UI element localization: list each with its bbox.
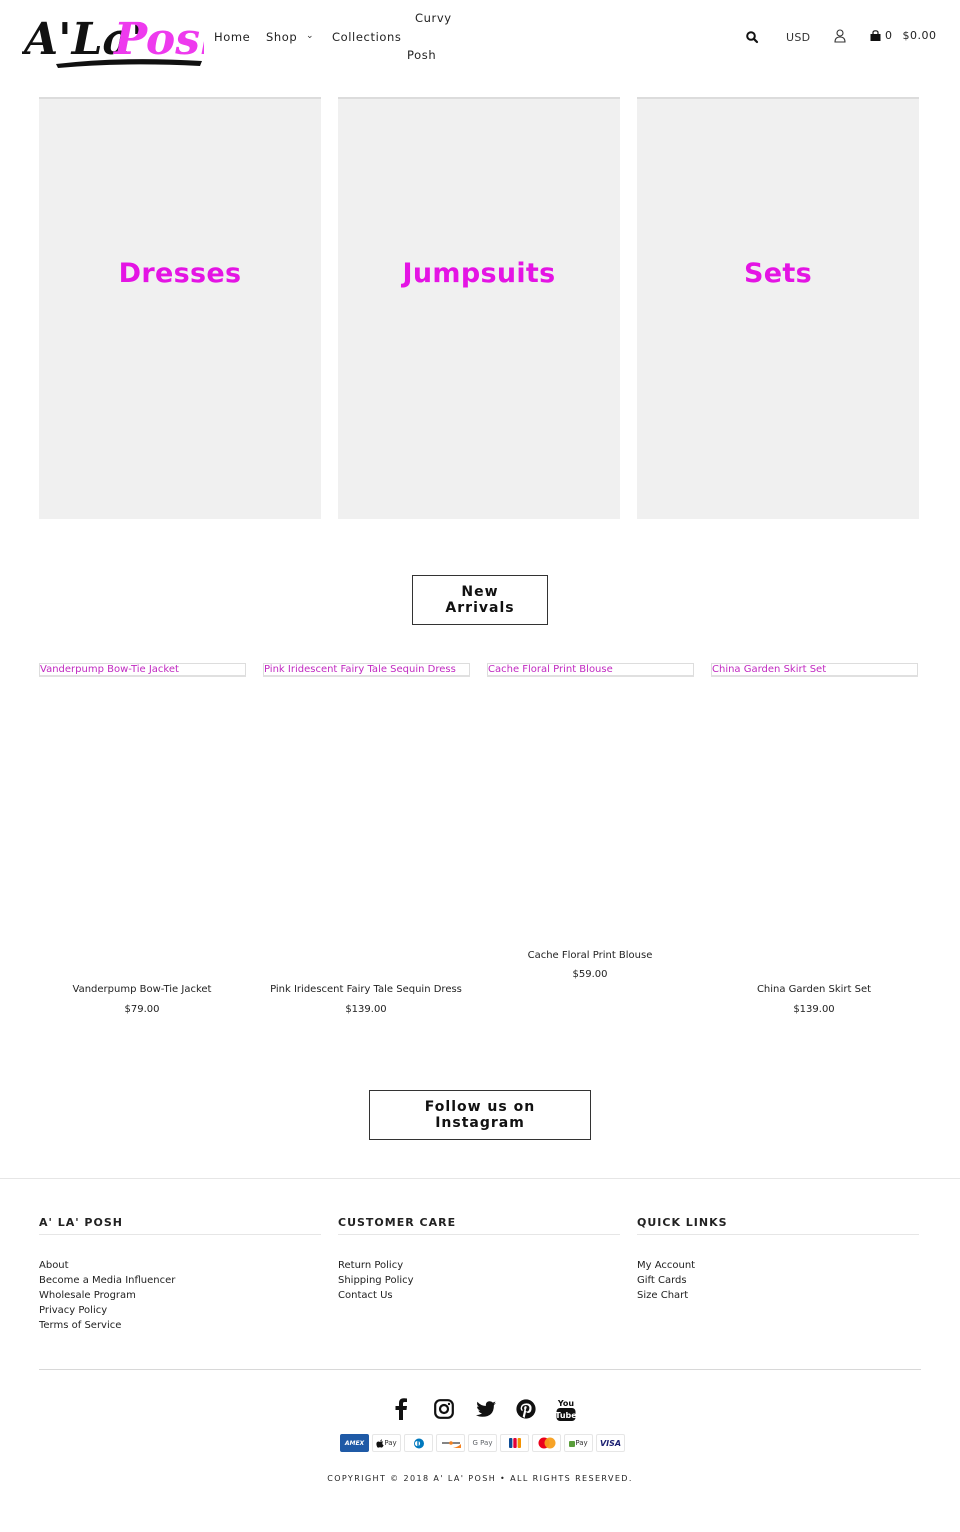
category-label: Sets: [744, 257, 812, 289]
shop-pay-icon: Pay: [564, 1434, 593, 1452]
footer-link-privacy[interactable]: Privacy Policy: [39, 1303, 321, 1318]
youtube-icon[interactable]: You Tube: [556, 1398, 576, 1422]
search-icon[interactable]: [745, 30, 759, 44]
svg-text:You: You: [557, 1399, 575, 1408]
product-title[interactable]: Vanderpump Bow-Tie Jacket: [39, 984, 245, 995]
product-title[interactable]: Pink Iridescent Fairy Tale Sequin Dress: [263, 984, 469, 995]
svg-text:Tube: Tube: [556, 1411, 576, 1420]
nav-curvy-posh[interactable]: Curvy: [415, 11, 452, 25]
nav-collections[interactable]: Collections: [332, 30, 401, 44]
pinterest-icon[interactable]: [516, 1399, 536, 1419]
logo[interactable]: A'La' Posh: [20, 4, 232, 72]
site-header: A'La' Posh Home Shop ⌄ Collections Curvy…: [0, 0, 960, 80]
product-title[interactable]: China Garden Skirt Set: [711, 984, 917, 995]
social-links: You Tube: [390, 1398, 580, 1424]
footer-heading: CUSTOMER CARE: [338, 1216, 620, 1235]
category-label: Dresses: [118, 257, 242, 289]
footer-link-size-chart[interactable]: Size Chart: [637, 1288, 919, 1303]
logo-image: A'La' Posh: [20, 14, 232, 68]
footer-column-quick-links: QUICK LINKS My Account Gift Cards Size C…: [637, 1216, 919, 1303]
chevron-down-icon[interactable]: ⌄: [306, 31, 314, 41]
category-tile-jumpsuits[interactable]: Jumpsuits: [338, 97, 620, 519]
product-image-link[interactable]: Vanderpump Bow-Tie Jacket: [39, 663, 246, 677]
footer-column-about: A' LA' POSH About Become a Media Influen…: [39, 1216, 321, 1333]
mastercard-icon: [532, 1434, 561, 1452]
footer-column-customer-care: CUSTOMER CARE Return Policy Shipping Pol…: [338, 1216, 620, 1303]
new-arrivals-button[interactable]: New Arrivals: [412, 575, 548, 625]
shop-pay-label: Pay: [575, 1439, 588, 1447]
cart-total: $0.00: [902, 29, 937, 42]
footer-heading: A' LA' POSH: [39, 1216, 321, 1235]
footer-link-shipping-policy[interactable]: Shipping Policy: [338, 1273, 620, 1288]
logo-text-pink: Posh: [112, 14, 204, 65]
footer-divider-top: [0, 1178, 960, 1179]
footer-link-media-influencer[interactable]: Become a Media Influencer: [39, 1273, 321, 1288]
apple-pay-icon: Pay: [372, 1434, 401, 1452]
footer-link-return-policy[interactable]: Return Policy: [338, 1258, 620, 1273]
product-price: $59.00: [572, 969, 608, 980]
payment-icons: AMEX Pay G Pay Pay VISA: [340, 1434, 625, 1452]
apple-logo-icon: [376, 1438, 384, 1448]
currency-selector[interactable]: USD: [786, 31, 810, 44]
footer-link-terms[interactable]: Terms of Service: [39, 1318, 321, 1333]
shopping-bag-icon: [870, 30, 881, 41]
account-icon[interactable]: [834, 29, 846, 43]
product-image-link[interactable]: Cache Floral Print Blouse: [487, 663, 694, 677]
nav-home[interactable]: Home: [214, 30, 250, 44]
footer-link-my-account[interactable]: My Account: [637, 1258, 919, 1273]
nav-shop[interactable]: Shop: [266, 30, 297, 44]
category-label: Jumpsuits: [402, 257, 556, 289]
jcb-icon: [500, 1434, 529, 1452]
visa-icon: VISA: [596, 1434, 625, 1452]
product-image-link[interactable]: Pink Iridescent Fairy Tale Sequin Dress: [263, 663, 470, 677]
apple-pay-label: Pay: [384, 1439, 397, 1447]
instagram-icon[interactable]: [434, 1399, 454, 1419]
nav-curvy-posh-line2[interactable]: Posh: [407, 48, 436, 62]
category-tile-sets[interactable]: Sets: [637, 97, 919, 519]
twitter-icon[interactable]: [476, 1401, 496, 1418]
discover-icon: [436, 1434, 465, 1452]
follow-instagram-button[interactable]: Follow us on Instagram: [369, 1090, 591, 1140]
footer-link-wholesale[interactable]: Wholesale Program: [39, 1288, 321, 1303]
copyright-text: COPYRIGHT © 2018 A' LA' POSH • ALL RIGHT…: [327, 1474, 633, 1483]
footer-link-contact[interactable]: Contact Us: [338, 1288, 620, 1303]
product-price: $79.00: [124, 1004, 160, 1015]
footer-link-about[interactable]: About: [39, 1258, 321, 1273]
product-price: $139.00: [793, 1004, 835, 1015]
product-price: $139.00: [345, 1004, 387, 1015]
product-image-link[interactable]: China Garden Skirt Set: [711, 663, 918, 677]
cart-button[interactable]: 0 $0.00: [870, 29, 937, 42]
amex-icon: AMEX: [340, 1434, 369, 1452]
google-pay-icon: G Pay: [468, 1434, 497, 1452]
footer-heading: QUICK LINKS: [637, 1216, 919, 1235]
footer-link-gift-cards[interactable]: Gift Cards: [637, 1273, 919, 1288]
diners-club-icon: [404, 1434, 433, 1452]
cart-count: 0: [885, 29, 893, 42]
facebook-icon[interactable]: [394, 1398, 408, 1420]
category-tile-dresses[interactable]: Dresses: [39, 97, 321, 519]
footer-divider: [39, 1369, 921, 1370]
product-title[interactable]: Cache Floral Print Blouse: [487, 950, 693, 961]
